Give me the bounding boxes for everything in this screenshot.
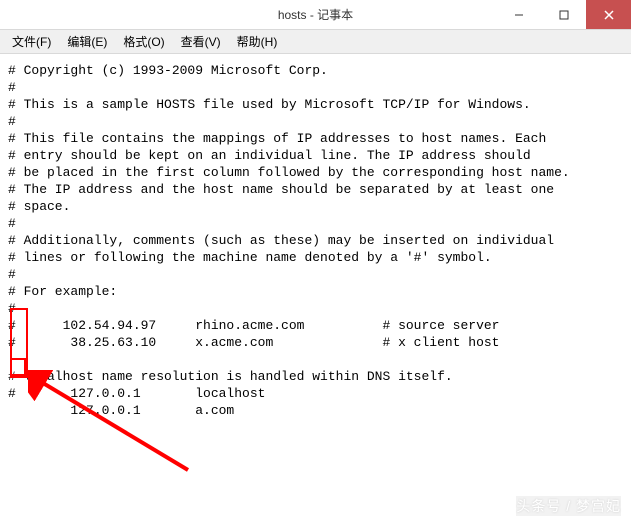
hosts-file-text: # Copyright (c) 1993-2009 Microsoft Corp…	[8, 63, 570, 418]
text-content[interactable]: # Copyright (c) 1993-2009 Microsoft Corp…	[0, 54, 631, 524]
menubar: 文件(F) 编辑(E) 格式(O) 查看(V) 帮助(H)	[0, 30, 631, 54]
menu-help[interactable]: 帮助(H)	[229, 31, 286, 52]
maximize-button[interactable]	[541, 0, 586, 29]
menu-file[interactable]: 文件(F)	[4, 31, 59, 52]
menu-format[interactable]: 格式(O)	[115, 31, 172, 52]
minimize-button[interactable]	[496, 0, 541, 29]
menu-edit[interactable]: 编辑(E)	[59, 31, 115, 52]
window-controls	[496, 0, 631, 29]
close-button[interactable]	[586, 0, 631, 29]
window-title: hosts - 记事本	[278, 6, 353, 23]
watermark: 头条号 / 梦宫妃	[516, 496, 621, 516]
menu-view[interactable]: 查看(V)	[173, 31, 229, 52]
titlebar: hosts - 记事本	[0, 0, 631, 30]
